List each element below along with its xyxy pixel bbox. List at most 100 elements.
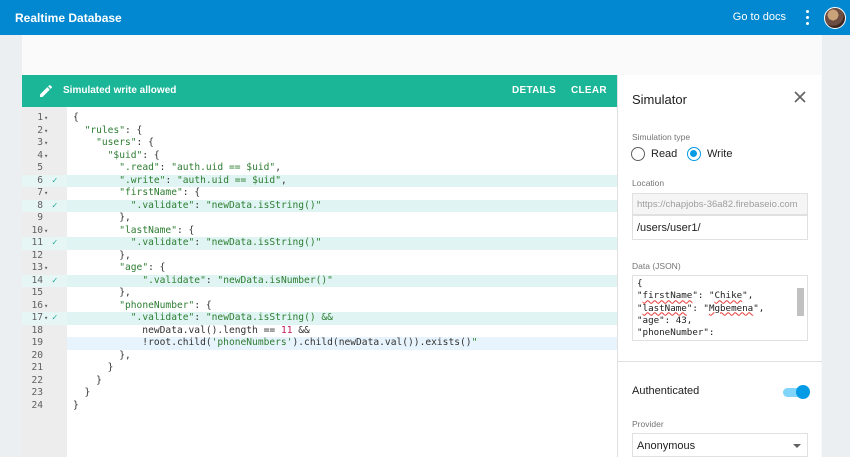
check-icon: ✓ [52,313,58,323]
simulator-title: Simulator [632,92,687,107]
fold-arrow-icon[interactable]: ▾ [44,262,52,275]
location-label: Location [632,178,665,188]
authenticated-label: Authenticated [632,385,700,397]
check-icon: ✓ [52,175,58,186]
line-number: 20 [31,349,43,361]
data-json-label: Data (JSON) [632,261,681,271]
fold-arrow-icon[interactable]: ▾ [44,125,52,138]
json-key: lastName [642,302,687,314]
line-number: 12 [31,249,43,261]
write-radio[interactable]: Write [687,147,732,161]
banner-message: Simulated write allowed [63,85,177,96]
line-number: 22 [31,374,43,386]
line-number: 11 [31,237,43,248]
line-number: 10 [31,224,43,236]
details-button[interactable]: DETAILS [512,85,556,96]
code-text: ".validate": "newData.isString()" [130,237,322,248]
toggle-knob [796,385,810,399]
code-line: 18 newData.val().length == 11 && [22,325,617,338]
code-text: } [73,387,91,398]
provider-value: Anonymous [637,440,696,452]
json-value: Chike [714,290,743,302]
code-line: 11 ✓ ".validate": "newData.isString()" [22,237,617,250]
divider [618,361,822,362]
code-line: 15 }, [22,287,617,300]
authenticated-toggle[interactable] [783,385,810,399]
avatar[interactable] [824,7,846,29]
line-number: 2 [37,124,43,136]
code-line: 3 ▾ "users": { [22,137,617,150]
read-radio[interactable]: Read [631,147,677,161]
fold-arrow-icon[interactable]: ▾ [44,187,52,200]
line-number: 9 [37,212,43,223]
code-text: ".validate": "newData.isString()" [130,199,322,211]
code-text: newData.val().length == 11 && [73,324,310,336]
fold-arrow-icon[interactable]: ▾ [44,300,52,313]
json-scrollbar[interactable] [797,288,804,316]
provider-label: Provider [632,419,664,429]
pencil-icon [40,84,53,97]
code-text: { [73,112,79,123]
fold-arrow-icon[interactable]: ▾ [44,312,52,325]
code-text: } [73,399,79,411]
line-number: 19 [31,337,43,348]
code-line: 4 ▾ "$uid": { [22,150,617,163]
location-prefix: https://chapjobs-36a82.firebaseio.com [632,193,808,215]
code-line: 23 } [22,387,617,400]
fold-arrow-icon[interactable]: ▾ [44,225,52,238]
code-text: "users": { [96,137,154,148]
code-text: "age": { [119,262,166,273]
code-text: }, [73,212,131,223]
json-value: Mgbemena [708,302,754,314]
clear-button[interactable]: CLEAR [571,85,607,96]
fold-arrow-icon[interactable]: ▾ [44,150,52,163]
line-number: 6 [37,174,43,186]
json-key: firstName [642,290,693,302]
code-line: 10 ▾ "lastName": { [22,225,617,238]
code-line: 21 } [22,362,617,375]
data-json-textarea[interactable]: { "firstName": "Chike", "lastName": "Mgb… [632,275,808,341]
location-path-input[interactable]: /users/user1/ [632,215,808,240]
simulation-type-label: Simulation type [632,132,691,142]
top-app-bar: Realtime Database Go to docs [0,0,850,35]
code-text: } [73,374,102,386]
code-line: 22 } [22,375,617,388]
code-line: 5 ".read": "auth.uid == $uid", [22,162,617,175]
go-to-docs-link[interactable]: Go to docs [733,11,786,23]
code-line: 16 ▾ "phoneNumber": { [22,300,617,313]
code-line: 2 ▾ "rules": { [22,125,617,138]
check-icon: ✓ [52,200,58,211]
line-number: 18 [31,324,43,336]
code-text: "lastName": { [119,224,195,236]
rules-editor-panel: Simulated write allowed DETAILS CLEAR 1 ▾… [22,75,617,457]
code-line: 8 ✓ ".validate": "newData.isString()" [22,199,617,212]
code-text: !root.child('phoneNumbers').child(newDat… [73,337,478,348]
code-text: ".validate": "newData.isNumber()" [142,274,333,286]
more-vert-icon[interactable] [806,10,810,25]
code-line: 17 ▾ ✓ ".validate": "newData.isString() && [22,312,617,325]
line-number: 7 [37,187,43,198]
provider-select[interactable]: Anonymous [632,433,808,457]
line-number: 24 [31,399,43,411]
json-line: "age": 43, [637,314,693,326]
code-text: "phoneNumber": { [119,299,212,311]
chevron-down-icon [793,444,801,448]
line-number: 13 [31,262,43,273]
simulation-result-banner: Simulated write allowed DETAILS CLEAR [22,75,617,107]
read-label: Read [651,148,678,160]
json-line: "lastName": "Mgbemena", [637,302,765,314]
write-label: Write [707,148,733,160]
code-line: 9 }, [22,212,617,225]
check-icon: ✓ [52,275,58,286]
fold-arrow-icon[interactable]: ▾ [44,112,52,125]
fold-arrow-icon[interactable]: ▾ [44,137,52,150]
code-line: 14 ✓ ".validate": "newData.isNumber()" [22,274,617,287]
code-line: 19 !root.child('phoneNumbers').child(new… [22,337,617,350]
code-line: 12 }, [22,250,617,263]
code-text: "$uid": { [107,149,160,161]
code-text: ".read": "auth.uid == $uid", [119,162,281,173]
code-text: }, [73,287,131,298]
line-number: 17 [31,312,43,323]
line-number: 5 [37,162,43,173]
close-icon[interactable] [793,90,807,104]
